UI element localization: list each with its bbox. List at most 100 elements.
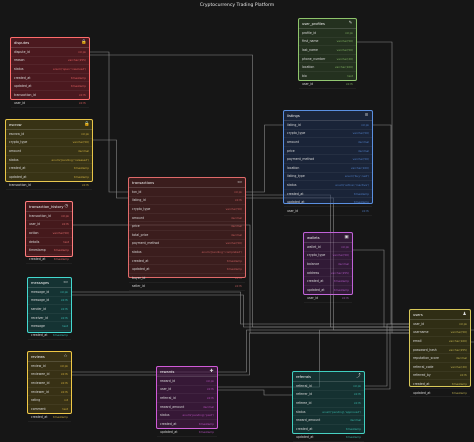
field-row: updated_at timestamp xyxy=(304,286,352,295)
table-rewards[interactable]: rewards ✚ reward_id int pk user_id int fk refe… xyxy=(156,366,218,438)
field-type: int fk xyxy=(78,101,86,106)
field-row: timestamp timestamp xyxy=(26,246,72,255)
field-name: created_at xyxy=(160,421,177,426)
field-name: transaction_id xyxy=(14,92,36,97)
field-row: referral_id int pk xyxy=(293,382,364,391)
table-messages[interactable]: messages ▭ message_id int pk message_id int f… xyxy=(27,277,72,340)
field-row: reward_amount decimal xyxy=(157,403,217,412)
field-name: user_id xyxy=(29,222,41,227)
field-name: transaction_id xyxy=(29,213,51,218)
field-row: crypto_type varchar(50) xyxy=(304,252,352,261)
field-type: varchar(50) xyxy=(336,47,353,52)
field-row: comment text xyxy=(28,405,71,414)
field-type: decimal xyxy=(230,215,242,220)
field-name: created_at xyxy=(132,258,149,263)
table-header: messages ▭ xyxy=(28,278,71,288)
field-type: varchar(50) xyxy=(72,140,89,145)
table-referrals[interactable]: referrals ⤴ referral_id int pk referrer_id in… xyxy=(292,371,365,442)
field-row: referred_by int fk xyxy=(410,372,470,381)
field-name: location xyxy=(287,165,300,170)
field-name: reputation_score xyxy=(413,356,439,361)
table-name: listings xyxy=(287,113,300,118)
field-name: user_id xyxy=(413,321,425,326)
field-row: profile_id int pk xyxy=(299,29,356,38)
field-type: int pk xyxy=(60,289,68,294)
field-type: varchar(100) xyxy=(448,338,467,343)
field-row: message_id int pk xyxy=(28,288,71,297)
field-type: varchar(50) xyxy=(52,230,69,235)
field-type: varchar(50) xyxy=(225,241,242,246)
field-name: message xyxy=(31,324,45,329)
field-name: listing_id xyxy=(287,122,301,127)
field-row: crypto_type varchar(50) xyxy=(6,139,92,148)
field-type: varchar(50) xyxy=(352,131,369,136)
field-type: varchar(20) xyxy=(450,364,467,369)
field-name: comment xyxy=(31,406,46,411)
field-row: reviewer_id int fk xyxy=(28,388,71,397)
field-row: message_id int fk xyxy=(28,297,71,306)
field-name: updated_at xyxy=(160,430,178,435)
field-type: int fk xyxy=(60,389,68,394)
field-row: dispute_id int pk xyxy=(11,48,89,57)
field-row: last_name varchar(50) xyxy=(299,46,356,55)
table-disputes[interactable]: disputes 🔒 dispute_id int pk reason varchar(2… xyxy=(10,37,90,109)
field-name: amount xyxy=(9,148,21,153)
field-name: created_at xyxy=(29,256,46,261)
table-header: referrals ⤴ xyxy=(293,372,364,382)
table-header: disputes 🔒 xyxy=(11,38,89,48)
field-row: status enum('open','resolved') xyxy=(11,65,89,74)
field-name: created_at xyxy=(287,191,304,196)
field-row: updated_at timestamp xyxy=(284,198,372,207)
share-icon: ⤴ xyxy=(356,374,361,379)
field-type: int pk xyxy=(78,49,86,54)
field-type: timestamp xyxy=(451,390,467,395)
table-listings[interactable]: listings ≡ listing_id int pk crypto_type varc… xyxy=(283,110,373,216)
table-name: rewards xyxy=(160,369,175,374)
field-name: created_at xyxy=(296,426,313,431)
field-name: payment_method xyxy=(287,157,315,162)
field-name: status xyxy=(14,66,24,71)
relation-line xyxy=(218,389,292,396)
field-name: referral_code xyxy=(413,364,434,369)
table-name: transactions xyxy=(132,180,155,185)
field-row: amount decimal xyxy=(284,138,372,147)
field-type: decimal xyxy=(455,356,467,361)
table-user-profiles[interactable]: user_profiles ✎ profile_id int pk first_name… xyxy=(298,18,357,90)
field-type: int fk xyxy=(206,395,214,400)
field-type: text xyxy=(62,406,68,411)
table-reviews[interactable]: reviews ☆ review_id int pk reviewee_id int fk… xyxy=(27,351,72,423)
table-users[interactable]: users ♟ user_id int pk username varchar(50) em… xyxy=(409,309,471,398)
field-row: user_id int fk xyxy=(299,81,356,90)
field-row: message text xyxy=(28,322,71,331)
field-type: timestamp xyxy=(333,287,349,292)
field-type: int pk xyxy=(353,383,361,388)
field-type: decimal xyxy=(337,261,349,266)
field-row: created_at timestamp xyxy=(293,425,364,434)
field-type: timestamp xyxy=(198,430,214,435)
relation-line xyxy=(246,124,283,193)
table-escrow[interactable]: escrow 🔒 escrow_id int pk crypto_type varchar… xyxy=(5,119,93,191)
field-name: first_name xyxy=(302,39,319,44)
field-name: referral_id xyxy=(160,395,176,400)
field-row: location varchar(100) xyxy=(284,164,372,173)
table-header: rewards ✚ xyxy=(157,367,217,377)
table-header: wallets ▣ xyxy=(304,233,352,243)
field-name: total_price xyxy=(132,232,149,237)
table-header: transaction_history ◷ xyxy=(26,202,72,212)
field-type: int pk xyxy=(459,321,467,326)
field-row: created_at timestamp xyxy=(28,331,71,340)
field-type: timestamp xyxy=(353,200,369,205)
field-row: address varchar(255) xyxy=(304,269,352,278)
field-row: email varchar(100) xyxy=(410,337,470,346)
field-type: int pk xyxy=(234,189,242,194)
field-name: message_id xyxy=(31,298,50,303)
table-transaction-history[interactable]: transaction_history ◷ transaction_id int pk… xyxy=(25,201,73,264)
table-wallets[interactable]: wallets ▣ wallet_id int pk crypto_type varcha… xyxy=(303,232,353,304)
field-type: int fk xyxy=(234,198,242,203)
field-name: bio xyxy=(302,73,307,78)
table-name: disputes xyxy=(14,40,30,45)
table-header: transactions ▭ xyxy=(129,178,245,188)
table-transactions[interactable]: transactions ▭ txn_id int pk listing_id int f… xyxy=(128,177,246,292)
field-name: buyer_id xyxy=(132,275,146,280)
field-name: referee_id xyxy=(296,400,312,405)
